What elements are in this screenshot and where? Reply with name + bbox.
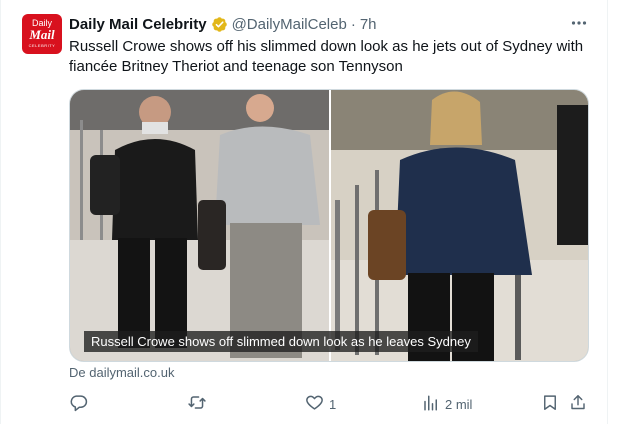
- separator-dot: ·: [350, 15, 356, 33]
- timestamp[interactable]: 7h: [360, 16, 377, 33]
- more-options-icon[interactable]: [569, 13, 589, 33]
- views-button[interactable]: 2 mil: [422, 394, 472, 414]
- avatar[interactable]: Daily Mail CELEBRITY: [22, 14, 62, 54]
- share-button[interactable]: [569, 394, 587, 414]
- share-icon: [569, 393, 587, 415]
- reply-icon: [69, 393, 88, 415]
- reply-button[interactable]: [69, 394, 93, 414]
- heart-icon: [305, 393, 324, 415]
- author-handle[interactable]: @DailyMailCeleb: [232, 16, 347, 33]
- bookmark-button[interactable]: [541, 394, 559, 414]
- like-count: 1: [329, 396, 337, 412]
- views-count: 2 mil: [445, 396, 473, 412]
- media-caption: Russell Crowe shows off slimmed down loo…: [84, 331, 478, 352]
- tweet-card[interactable]: Daily Mail CELEBRITY Daily Mail Celebrit…: [0, 0, 608, 424]
- tweet-text: Russell Crowe shows off his slimmed down…: [69, 38, 584, 75]
- like-button[interactable]: 1: [305, 394, 336, 414]
- tweet-header: Daily Mail Celebrity @DailyMailCeleb · 7…: [69, 14, 377, 34]
- media-photo: [70, 90, 588, 361]
- retweet-icon: [187, 393, 207, 415]
- bookmark-icon: [541, 393, 559, 415]
- avatar-text-celebrity: CELEBRITY: [28, 43, 56, 48]
- views-icon: [422, 394, 440, 415]
- verified-badge-icon[interactable]: [211, 16, 228, 33]
- avatar-text-mail: Mail: [29, 27, 55, 42]
- retweet-button[interactable]: [187, 394, 212, 414]
- tweet-media[interactable]: Russell Crowe shows off slimmed down loo…: [69, 89, 589, 362]
- author-name[interactable]: Daily Mail Celebrity: [69, 16, 207, 33]
- action-bar: 1 2 mil: [69, 394, 589, 414]
- source-link[interactable]: De dailymail.co.uk: [69, 365, 175, 380]
